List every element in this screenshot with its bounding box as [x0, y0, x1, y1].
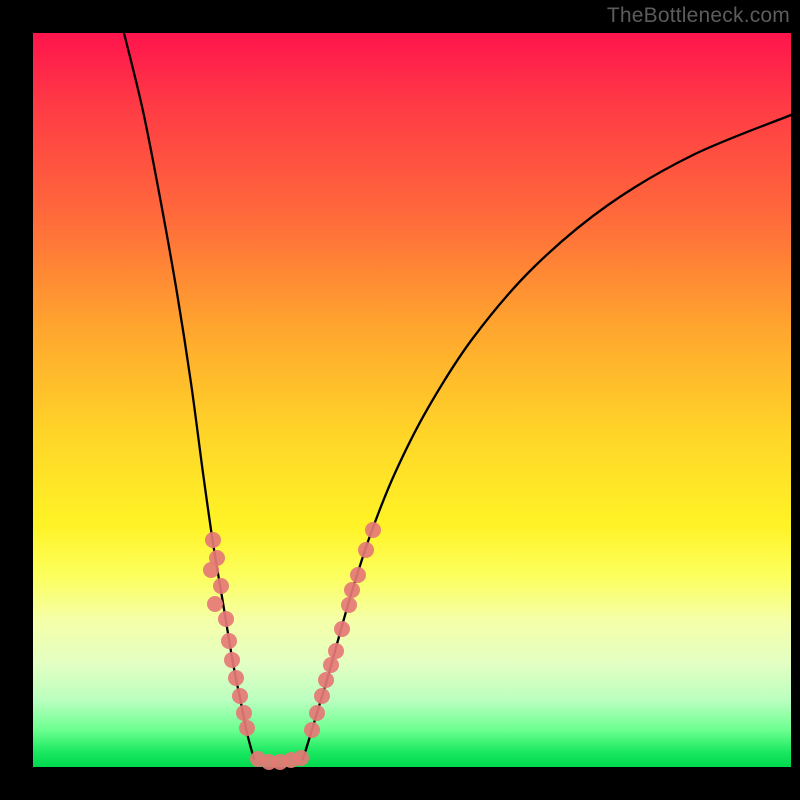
- left-marker-dot: [221, 633, 237, 649]
- marker-group: [203, 522, 381, 770]
- left-marker-dot: [236, 705, 252, 721]
- left-marker-dot: [224, 652, 240, 668]
- valley-marker-dot: [293, 750, 309, 766]
- right-marker-dot: [365, 522, 381, 538]
- right-marker-dot: [350, 567, 366, 583]
- right-marker-dot: [328, 643, 344, 659]
- plot-svg: [33, 33, 791, 767]
- right-marker-dot: [309, 705, 325, 721]
- left-marker-dot: [239, 720, 255, 736]
- left-marker-dot: [207, 596, 223, 612]
- right-marker-dot: [344, 582, 360, 598]
- right-marker-dot: [318, 672, 334, 688]
- right-marker-dot: [323, 657, 339, 673]
- watermark-text: TheBottleneck.com: [607, 4, 790, 28]
- left-curve: [124, 33, 254, 759]
- left-marker-dot: [205, 532, 221, 548]
- left-marker-dot: [203, 562, 219, 578]
- right-marker-dot: [358, 542, 374, 558]
- right-marker-dot: [334, 621, 350, 637]
- right-marker-dot: [314, 688, 330, 704]
- right-curve: [303, 115, 791, 759]
- left-marker-dot: [228, 670, 244, 686]
- right-marker-dot: [341, 597, 357, 613]
- right-marker-dot: [304, 722, 320, 738]
- left-marker-dot: [218, 611, 234, 627]
- chart-stage: TheBottleneck.com: [0, 0, 800, 800]
- left-marker-dot: [232, 688, 248, 704]
- left-marker-dot: [213, 578, 229, 594]
- plot-area: [33, 33, 791, 767]
